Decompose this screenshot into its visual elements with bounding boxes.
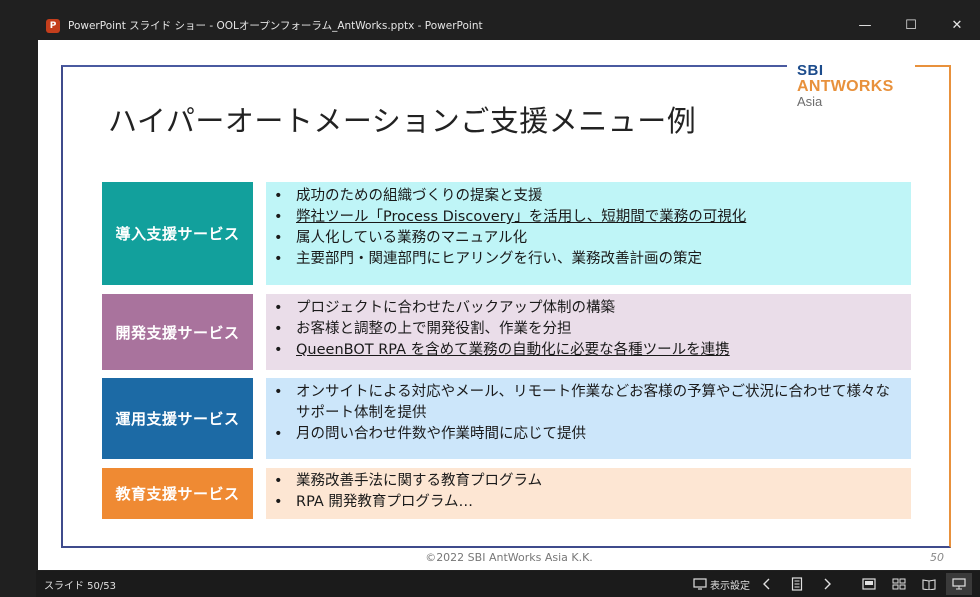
grid-icon: [892, 578, 906, 590]
section-development: 開発支援サービス • プロジェクトに合わせたバックアップ体制の構築 • お客様と調整…: [102, 294, 911, 370]
window-controls: — ☐ ✕: [842, 12, 980, 39]
section-introduction: 導入支援サービス • 成功のための組織づくりの提案と支援 • 弊社ツール「Proce…: [102, 182, 911, 285]
bullet-item: • RPA 開発教育プログラム…: [274, 494, 473, 510]
slide-footer: ©2022 SBI AntWorks Asia K.K.: [425, 551, 593, 564]
previous-slide-button[interactable]: [754, 573, 780, 595]
section-content: • 業務改善手法に関する教育プログラム • RPA 開発教育プログラム…: [266, 468, 911, 519]
logo-line1: SBI: [797, 62, 824, 79]
monitor-icon: [693, 578, 707, 590]
logo-line3: Asia: [797, 94, 823, 109]
window-title: PowerPoint スライド ショー - OOLオープンフォーラム_AntWo…: [68, 20, 483, 32]
bullet-item: • 月の問い合わせ件数や作業時間に応じて提供: [274, 426, 586, 442]
logo-line2: ANTWORKS: [797, 78, 894, 95]
powerpoint-window: P PowerPoint スライド ショー - OOLオープンフォーラム_Ant…: [0, 0, 980, 597]
bullet-item: • 弊社ツール「Process Discovery」を活用し、短期間で業務の可視化: [274, 209, 747, 225]
bullet-item: • オンサイトによる対応やメール、リモート作業などお客様の予算やご状況に合わせて様…: [274, 384, 891, 421]
slide-title: ハイパーオートメーションご支援メニュー例: [108, 104, 697, 138]
section-content: • 成功のための組織づくりの提案と支援 • 弊社ツール「Process Discov…: [266, 182, 911, 285]
slide-page-number: 50: [930, 551, 944, 564]
maximize-button[interactable]: ☐: [888, 12, 934, 39]
section-label: 教育支援サービス: [102, 468, 253, 519]
bullet-item: • 成功のための組織づくりの提案と支援: [274, 188, 543, 204]
slide-sorter-button[interactable]: [886, 573, 912, 595]
next-slide-button[interactable]: [814, 573, 840, 595]
chevron-right-icon: [824, 578, 831, 590]
slide-counter: スライド 50/53: [44, 580, 116, 592]
section-label: 開発支援サービス: [102, 294, 253, 370]
title-bar: P PowerPoint スライド ショー - OOLオープンフォーラム_Ant…: [36, 12, 980, 39]
powerpoint-icon: P: [46, 18, 60, 33]
minimize-button[interactable]: —: [842, 12, 888, 39]
section-label: 運用支援サービス: [102, 378, 253, 459]
section-content: • プロジェクトに合わせたバックアップ体制の構築 • お客様と調整の上で開発役割、作…: [266, 294, 911, 370]
projector-screen-icon: [952, 578, 966, 590]
reading-view-button[interactable]: [916, 573, 942, 595]
section-content: • オンサイトによる対応やメール、リモート作業などお客様の予算やご状況に合わせて様…: [266, 378, 911, 459]
bullet-item: • 業務改善手法に関する教育プログラム: [274, 473, 543, 489]
bullet-item: • 属人化している業務のマニュアル化: [274, 230, 528, 246]
slide-list-icon: [791, 577, 803, 591]
slide-menu-button[interactable]: [784, 573, 810, 595]
book-icon: [922, 579, 936, 590]
slide[interactable]: SBI ANTWORKS Asia ハイパーオートメーションご支援メニュー例 導…: [38, 40, 980, 570]
bullet-item: • 主要部門・関連部門にヒアリングを行い、業務改善計画の策定: [274, 251, 702, 267]
display-settings-button[interactable]: 表示設定: [693, 573, 750, 595]
slideshow-view-button[interactable]: [946, 573, 972, 595]
section-label: 導入支援サービス: [102, 182, 253, 285]
normal-view-button[interactable]: [856, 573, 882, 595]
sbi-antworks-logo: SBI ANTWORKS Asia: [787, 57, 915, 117]
normal-view-icon: [862, 578, 876, 590]
bullet-item: • お客様と調整の上で開発役割、作業を分担: [274, 321, 572, 337]
status-bar-controls: 表示設定: [693, 571, 972, 597]
bullet-item: • QueenBOT RPA を含めて業務の自動化に必要な各種ツールを連携: [274, 342, 730, 358]
chevron-left-icon: [763, 578, 770, 590]
close-button[interactable]: ✕: [934, 12, 980, 39]
bullet-item: • プロジェクトに合わせたバックアップ体制の構築: [274, 300, 615, 316]
section-education: 教育支援サービス • 業務改善手法に関する教育プログラム • RPA 開発教育プログ…: [102, 468, 911, 519]
section-operation: 運用支援サービス • オンサイトによる対応やメール、リモート作業などお客様の予算や…: [102, 378, 911, 459]
status-bar: スライド 50/53 表示設定: [36, 571, 980, 597]
display-settings-label: 表示設定: [710, 580, 750, 592]
